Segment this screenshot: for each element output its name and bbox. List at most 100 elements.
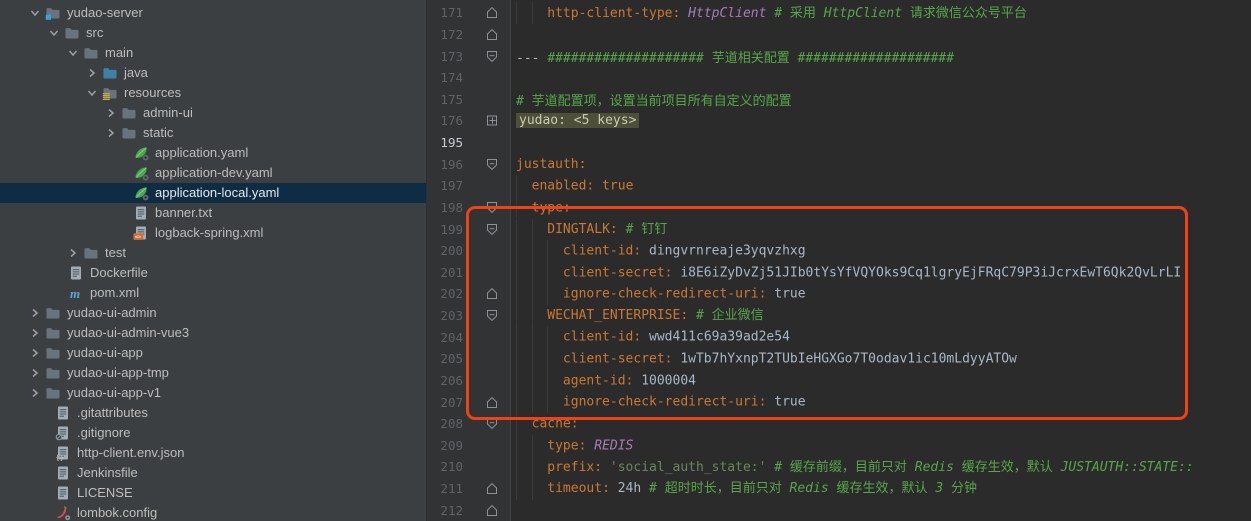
code-line[interactable]: 203 WECHAT_ENTERPRISE: # 企业微信 xyxy=(427,305,1251,327)
tree-item[interactable]: LICENSE xyxy=(0,483,426,503)
indent-guide xyxy=(532,305,548,327)
code-text: client-id: wwd411c69a39ad2e54 xyxy=(510,326,790,348)
fold-end-icon[interactable] xyxy=(463,283,510,305)
tree-item[interactable]: .gitignore xyxy=(0,423,426,443)
tree-item[interactable]: yudao-ui-app-tmp xyxy=(0,363,426,383)
code-line[interactable]: 208 cache: xyxy=(427,413,1251,435)
tree-item[interactable]: application-dev.yaml xyxy=(0,163,426,183)
code-line[interactable]: 211 timeout: 24h # 超时时长，目前只对 Redis 缓存生效，… xyxy=(427,478,1251,500)
tree-item[interactable]: application-local.yaml xyxy=(0,183,426,203)
code-line[interactable]: 197 enabled: true xyxy=(427,175,1251,197)
fold-gutter xyxy=(463,326,510,348)
chevron-right-icon[interactable] xyxy=(27,325,43,341)
fold-end-icon[interactable] xyxy=(463,391,510,413)
fold-gutter xyxy=(463,262,510,284)
tree-item[interactable]: yudao-ui-admin xyxy=(0,303,426,323)
tree-item[interactable]: static xyxy=(0,123,426,143)
tree-item-label: main xyxy=(105,43,133,63)
tree-item[interactable]: <>logback-spring.xml xyxy=(0,223,426,243)
code-line[interactable]: 205 client-secret: 1wTb7hYxnpT2TUbIeHGXG… xyxy=(427,348,1251,370)
code-line[interactable]: 198 type: xyxy=(427,197,1251,219)
tree-item[interactable]: yudao-ui-admin-vue3 xyxy=(0,323,426,343)
tree-item[interactable]: Jenkinsfile xyxy=(0,463,426,483)
tree-item[interactable]: test xyxy=(0,243,426,263)
code-line[interactable]: 204 client-id: wwd411c69a39ad2e54 xyxy=(427,326,1251,348)
tree-item-label: application-local.yaml xyxy=(155,183,279,203)
line-number: 210 xyxy=(427,459,463,474)
code-line[interactable]: 210 prefix: 'social_auth_state:' # 缓存前缀，… xyxy=(427,456,1251,478)
code-line[interactable]: 175# 芋道配置项，设置当前项目所有自定义的配置 xyxy=(427,89,1251,111)
tree-item[interactable]: {}http-client.env.json xyxy=(0,443,426,463)
fold-start-icon[interactable] xyxy=(463,153,510,175)
tree-item-label: Dockerfile xyxy=(90,263,148,283)
code-line[interactable]: 202 ignore-check-redirect-uri: true xyxy=(427,283,1251,305)
tree-item[interactable]: java xyxy=(0,63,426,83)
code-line[interactable]: 212 xyxy=(427,499,1251,521)
tree-item[interactable]: yudao-ui-app xyxy=(0,343,426,363)
chevron-right-icon[interactable] xyxy=(65,245,81,261)
fold-end-icon[interactable] xyxy=(463,24,510,46)
tree-item[interactable]: .gitattributes xyxy=(0,403,426,423)
indent-guide xyxy=(532,478,548,500)
fold-end-icon[interactable] xyxy=(463,499,510,521)
chevron-down-icon[interactable] xyxy=(27,5,43,21)
indent-guide xyxy=(516,370,532,392)
folded-region[interactable]: yudao: <5 keys> xyxy=(516,113,639,128)
chevron-down-icon[interactable] xyxy=(65,45,81,61)
tree-item[interactable]: mpom.xml xyxy=(0,283,426,303)
code-line[interactable]: 196justauth: xyxy=(427,153,1251,175)
chevron-down-icon[interactable] xyxy=(46,25,62,41)
fold-start-icon[interactable] xyxy=(463,413,510,435)
code-line[interactable]: 199 DINGTALK: # 钉钉 xyxy=(427,218,1251,240)
fold-start-icon[interactable] xyxy=(463,305,510,327)
code-line[interactable]: 172 xyxy=(427,24,1251,46)
code-text: enabled: true xyxy=(510,175,633,197)
tree-item[interactable]: Dockerfile xyxy=(0,263,426,283)
editor-panel[interactable]: 171 http-client-type: HttpClient # 采用 Ht… xyxy=(427,0,1251,521)
folder-icon xyxy=(45,305,61,321)
chevron-right-icon[interactable] xyxy=(103,105,119,121)
chevron-right-icon[interactable] xyxy=(103,125,119,141)
tree-item[interactable]: resources xyxy=(0,83,426,103)
tree-item[interactable]: admin-ui xyxy=(0,103,426,123)
chevron-right-icon[interactable] xyxy=(27,365,43,381)
tree-item[interactable]: src xyxy=(0,23,426,43)
line-number: 211 xyxy=(427,481,463,496)
code-line[interactable]: 176yudao: <5 keys> xyxy=(427,110,1251,132)
fold-start-icon[interactable] xyxy=(463,197,510,219)
fold-gutter xyxy=(463,456,510,478)
code-line[interactable]: 173--- #################### 芋道相关配置 #####… xyxy=(427,45,1251,67)
tree-item[interactable]: banner.txt xyxy=(0,203,426,223)
indent-guide xyxy=(516,197,532,219)
fold-start-icon[interactable] xyxy=(463,45,510,67)
tree-item[interactable]: yudao-server xyxy=(0,3,426,23)
code-line[interactable]: 201 client-secret: i8E6iZyDvZj51JIb0tYsY… xyxy=(427,262,1251,284)
chevron-right-icon[interactable] xyxy=(27,385,43,401)
code-line[interactable]: 209 type: REDIS xyxy=(427,435,1251,457)
code-line[interactable]: 174 xyxy=(427,67,1251,89)
code-text: client-id: dingvrnreaje3yqvzhxg xyxy=(510,240,806,262)
tree-item[interactable]: application.yaml xyxy=(0,143,426,163)
tree-item[interactable]: main xyxy=(0,43,426,63)
line-number: 196 xyxy=(427,157,463,172)
chevron-right-icon[interactable] xyxy=(27,345,43,361)
chevron-right-icon[interactable] xyxy=(27,305,43,321)
line-number: 208 xyxy=(427,416,463,431)
fold-start-icon[interactable] xyxy=(463,218,510,240)
code-text: client-secret: i8E6iZyDvZj51JIb0tYsYfVQY… xyxy=(510,262,1181,284)
line-number: 200 xyxy=(427,243,463,258)
code-line[interactable]: 206 agent-id: 1000004 xyxy=(427,370,1251,392)
fold-end-icon[interactable] xyxy=(463,2,510,24)
line-number: 202 xyxy=(427,286,463,301)
tree-item[interactable]: lombok.config xyxy=(0,503,426,521)
chevron-right-icon[interactable] xyxy=(84,65,100,81)
fold-end-icon[interactable] xyxy=(463,478,510,500)
code-line[interactable]: 195 xyxy=(427,132,1251,154)
code-line[interactable]: 200 client-id: dingvrnreaje3yqvzhxg xyxy=(427,240,1251,262)
chevron-down-icon[interactable] xyxy=(84,85,100,101)
indent-guide xyxy=(516,413,532,435)
code-line[interactable]: 171 http-client-type: HttpClient # 采用 Ht… xyxy=(427,2,1251,24)
fold-collapsed-icon[interactable] xyxy=(463,110,510,132)
tree-item[interactable]: yudao-ui-app-v1 xyxy=(0,383,426,403)
code-line[interactable]: 207 ignore-check-redirect-uri: true xyxy=(427,391,1251,413)
